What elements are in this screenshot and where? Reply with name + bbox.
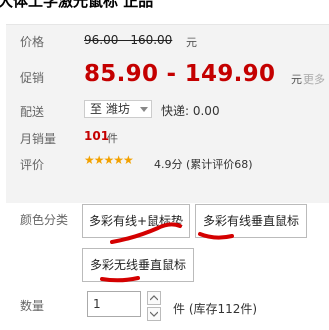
quantity-unit: 件 <box>173 302 186 316</box>
stock-info: 件 (库存112件) <box>173 300 257 317</box>
stock-count: (库存112件) <box>188 302 258 316</box>
quantity-increase-button[interactable] <box>147 291 161 305</box>
quantity-label: 数量 <box>20 299 45 313</box>
annotation-underlines <box>100 222 234 283</box>
chevron-up-icon <box>150 295 158 301</box>
quantity-input[interactable]: 1 <box>87 291 141 317</box>
quantity-decrease-button[interactable] <box>147 307 161 321</box>
chevron-down-icon <box>150 311 158 317</box>
